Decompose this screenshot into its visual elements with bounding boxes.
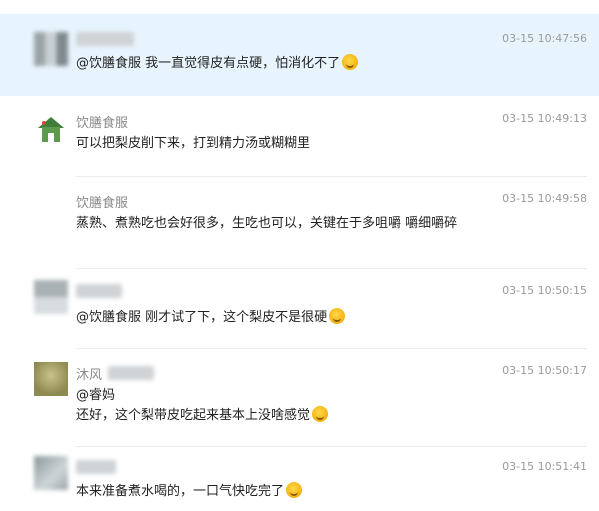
message-time: 03-15 10:49:13 <box>502 112 587 125</box>
message-item[interactable]: 03-15 10:47:56 @饮膳食服 我一直觉得皮有点硬，怕消化不了 <box>0 14 599 96</box>
sweat-smile-emoji-icon <box>286 482 303 498</box>
message-time: 03-15 10:50:17 <box>502 364 587 377</box>
message-time: 03-15 10:50:15 <box>502 284 587 297</box>
author-name-blurred <box>76 32 134 46</box>
message-item[interactable]: 沐风 03-15 10:50:17 @睿妈 还好，这个梨带皮吃起来基本上没啥感觉 <box>0 356 599 442</box>
message-list: 03-15 10:47:56 @饮膳食服 我一直觉得皮有点硬，怕消化不了 饮膳食… <box>0 0 599 511</box>
message-text: 蒸熟、煮熟吃也会好很多，生吃也可以，关键在于多咀嚼 嚼细嚼碎 <box>76 216 458 231</box>
message-text: 本来准备煮水喝的，一口气快吃完了 <box>76 482 496 502</box>
avatar[interactable] <box>34 280 68 314</box>
avatar[interactable] <box>34 362 68 396</box>
message-item[interactable]: 03-15 10:51:41 本来准备煮水喝的，一口气快吃完了 <box>0 452 599 511</box>
divider <box>76 348 587 349</box>
message-time: 03-15 10:51:41 <box>502 460 587 473</box>
author-name-blurred <box>108 366 154 380</box>
message-item[interactable]: 饮膳食服 03-15 10:49:13 可以把梨皮削下来，打到精力汤或糊糊里 <box>0 108 599 174</box>
message-item[interactable]: 03-15 10:50:15 @饮膳食服 刚才试了下，这个梨皮不是很硬 <box>0 276 599 346</box>
message-text: @饮膳食服 刚才试了下，这个梨皮不是很硬 <box>76 308 496 328</box>
message-time: 03-15 10:49:58 <box>502 192 587 205</box>
author-name[interactable]: 饮膳食服 <box>76 112 128 131</box>
sweat-smile-emoji-icon <box>342 54 359 70</box>
author-name[interactable]: 饮膳食服 <box>76 192 128 211</box>
author-name-blurred <box>76 460 116 474</box>
thinking-emoji-icon <box>329 308 346 324</box>
avatar[interactable] <box>34 32 68 66</box>
message-text: @饮膳食服 我一直觉得皮有点硬，怕消化不了 <box>76 54 496 74</box>
message-text: 可以把梨皮削下来，打到精力汤或糊糊里 <box>76 136 311 151</box>
brand-logo-avatar[interactable] <box>34 112 68 146</box>
divider <box>76 268 587 269</box>
divider <box>76 446 587 447</box>
divider <box>76 176 587 177</box>
house-logo-icon <box>38 117 64 142</box>
avatar[interactable] <box>34 456 68 490</box>
grin-emoji-icon <box>312 406 329 422</box>
author-name[interactable]: 沐风 <box>76 364 102 383</box>
message-item[interactable]: 饮膳食服 03-15 10:49:58 蒸熟、煮熟吃也会好很多，生吃也可以，关键… <box>0 188 599 266</box>
message-time: 03-15 10:47:56 <box>502 32 587 45</box>
message-text: @睿妈 还好，这个梨带皮吃起来基本上没啥感觉 <box>76 386 496 426</box>
author-name-blurred <box>76 284 122 298</box>
